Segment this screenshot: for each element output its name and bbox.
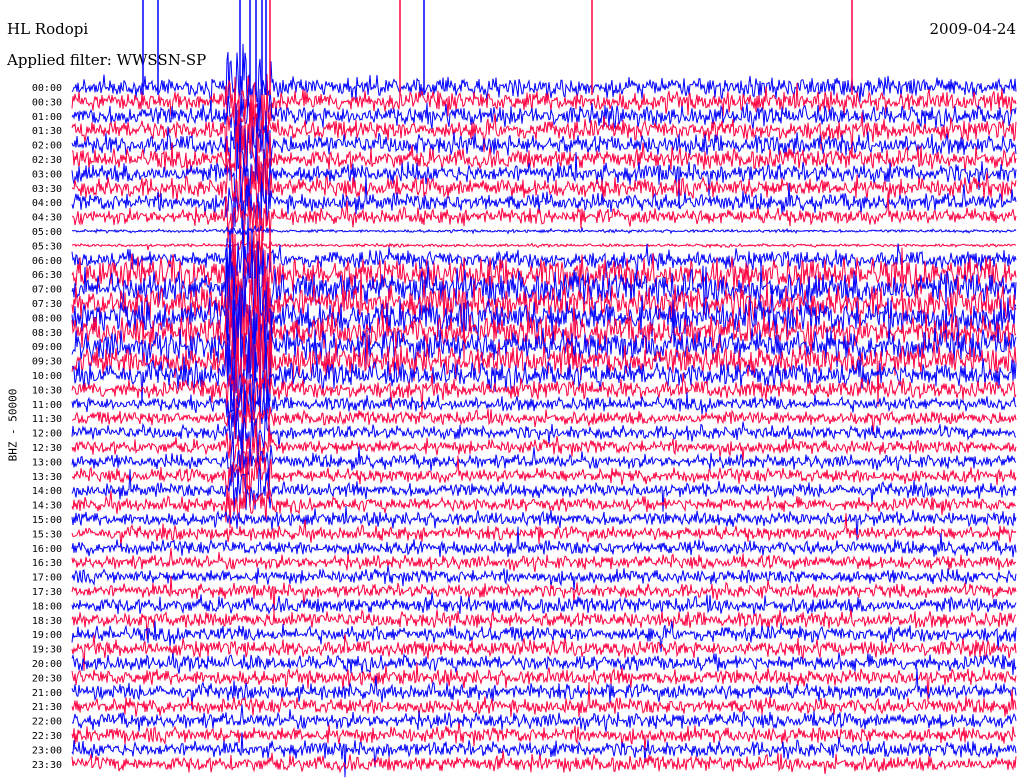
row-label-0700: 07:00 xyxy=(32,285,62,296)
row-label-0000: 00:00 xyxy=(32,83,62,94)
row-label-1400: 14:00 xyxy=(32,486,62,497)
row-label-2000: 20:00 xyxy=(32,659,62,670)
row-label-2300: 23:00 xyxy=(32,745,62,756)
trace-row-1230 xyxy=(71,421,1017,477)
row-label-1930: 19:30 xyxy=(32,645,62,656)
row-label-0030: 00:30 xyxy=(32,97,62,108)
row-label-0600: 06:00 xyxy=(32,256,62,267)
trace-row-2030 xyxy=(71,662,1017,703)
row-label-1600: 16:00 xyxy=(32,544,62,555)
row-label-1530: 15:30 xyxy=(32,529,62,540)
row-label-2330: 23:30 xyxy=(32,760,62,771)
row-label-2200: 22:00 xyxy=(32,717,62,728)
row-label-1500: 15:00 xyxy=(32,515,62,526)
row-label-2030: 20:30 xyxy=(32,673,62,684)
row-label-2100: 21:00 xyxy=(32,688,62,699)
row-label-1130: 11:30 xyxy=(32,414,62,425)
row-label-0800: 08:00 xyxy=(32,313,62,324)
row-label-1800: 18:00 xyxy=(32,601,62,612)
trace-row-0530 xyxy=(71,240,1017,251)
row-label-group: 00:00 00:30 01:00 01:30 02:00 02:30 03:00 03:30… xyxy=(32,83,62,771)
row-label-1300: 13:00 xyxy=(32,457,62,468)
trace-row-2130 xyxy=(71,682,1017,717)
row-label-1100: 11:00 xyxy=(32,400,62,411)
row-label-0330: 03:30 xyxy=(32,184,62,195)
row-label-0530: 05:30 xyxy=(32,241,62,252)
trace-row-2300 xyxy=(71,732,1017,778)
row-label-2230: 22:30 xyxy=(32,731,62,742)
row-label-0500: 05:00 xyxy=(32,227,62,238)
row-label-2130: 21:30 xyxy=(32,702,62,713)
row-label-1330: 13:30 xyxy=(32,472,62,483)
row-label-0230: 02:30 xyxy=(32,155,62,166)
row-label-1700: 17:00 xyxy=(32,573,62,584)
row-label-1900: 19:00 xyxy=(32,630,62,641)
row-label-0930: 09:30 xyxy=(32,357,62,368)
trace-row-2000 xyxy=(71,652,1017,676)
trace-row-0500 xyxy=(71,225,1017,237)
row-label-1630: 16:30 xyxy=(32,558,62,569)
row-label-0130: 01:30 xyxy=(32,126,62,137)
row-label-1200: 12:00 xyxy=(32,429,62,440)
row-label-0830: 08:30 xyxy=(32,328,62,339)
row-label-0100: 01:00 xyxy=(32,112,62,123)
row-label-1230: 12:30 xyxy=(32,443,62,454)
trace-row-0600 xyxy=(71,216,1017,285)
row-label-0300: 03:00 xyxy=(32,169,62,180)
row-label-1830: 18:30 xyxy=(32,616,62,627)
row-label-0900: 09:00 xyxy=(32,342,62,353)
row-label-0430: 04:30 xyxy=(32,213,62,224)
trace-row-1200 xyxy=(71,402,1017,461)
trace-row-1600 xyxy=(71,526,1017,558)
row-label-0400: 04:00 xyxy=(32,198,62,209)
row-label-1000: 10:00 xyxy=(32,371,62,382)
trace-row-1700 xyxy=(71,565,1017,590)
row-label-1730: 17:30 xyxy=(32,587,62,598)
row-label-0200: 02:00 xyxy=(32,141,62,152)
row-label-0730: 07:30 xyxy=(32,299,62,310)
trace-group xyxy=(71,0,1017,778)
row-label-0630: 06:30 xyxy=(32,270,62,281)
row-label-1430: 14:30 xyxy=(32,501,62,512)
row-label-1030: 10:30 xyxy=(32,385,62,396)
trace-row-1930 xyxy=(71,634,1017,671)
seismogram-plot: 00:00 00:30 01:00 01:30 02:00 02:30 03:00 03:30… xyxy=(32,0,1017,778)
